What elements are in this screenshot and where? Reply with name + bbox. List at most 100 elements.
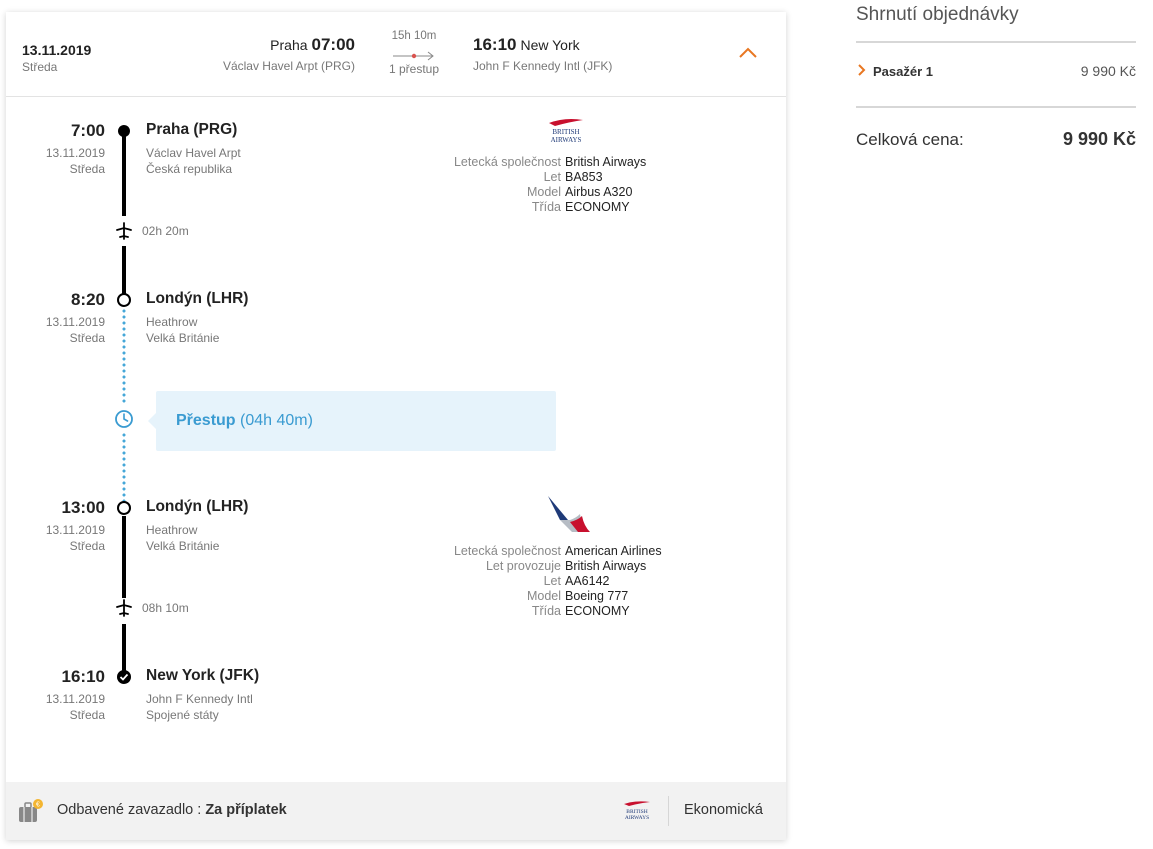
stop-day: Středa bbox=[69, 708, 105, 722]
detail-row: Let provozuje British Airways bbox=[386, 559, 786, 574]
detail-value: ECONOMY bbox=[565, 200, 630, 214]
stop-date: 13.11.2019 bbox=[45, 146, 105, 160]
detail-key: Model bbox=[526, 185, 561, 199]
baggage-value: Za příplatek bbox=[205, 802, 287, 818]
detail-value: AA6142 bbox=[565, 574, 610, 588]
stop-airport: Václav Havel Arpt bbox=[146, 146, 241, 160]
passenger-price: 9 990 Kč bbox=[1080, 63, 1136, 79]
baggage-icon: € bbox=[19, 799, 43, 822]
stop-country: Velká Británie bbox=[146, 539, 220, 553]
itinerary-footer: € Odbavené zavazadlo : Za příplatek BRIT… bbox=[6, 782, 786, 840]
transfer-text: Přestup (04h 40m) bbox=[176, 412, 313, 430]
detail-value: British Airways bbox=[565, 155, 647, 169]
cabin-class: Ekonomická bbox=[684, 802, 763, 818]
detail-key: Model bbox=[526, 589, 561, 603]
arrival-time: 16:10 bbox=[473, 35, 517, 54]
timeline-node bbox=[117, 670, 131, 684]
stop-country: Česká republika bbox=[146, 162, 233, 176]
baggage-info: Odbavené zavazadlo : Za příplatek bbox=[57, 802, 287, 818]
timeline-node bbox=[118, 125, 130, 137]
detail-key: Letecká společnost bbox=[453, 155, 561, 169]
chevron-up-icon[interactable] bbox=[736, 44, 760, 62]
american-airlines-logo bbox=[548, 496, 590, 532]
transfer-label: Přestup bbox=[176, 412, 236, 429]
timeline-segment bbox=[122, 132, 126, 216]
passenger-item[interactable]: Pasažér 1 bbox=[873, 64, 933, 79]
departure-city: Praha bbox=[270, 37, 308, 53]
plane-icon bbox=[114, 598, 134, 618]
checkmark-icon bbox=[119, 673, 129, 681]
itinerary-card: 13.11.2019 Středa Praha 07:00 Václav Have… bbox=[6, 12, 786, 840]
stop-day: Středa bbox=[69, 539, 105, 553]
footer-divider bbox=[668, 796, 669, 826]
stop-date: 13.11.2019 bbox=[45, 692, 105, 706]
baggage-label: Odbavené zavazadlo : bbox=[57, 802, 202, 818]
itinerary-header[interactable]: 13.11.2019 Středa Praha 07:00 Václav Have… bbox=[6, 12, 786, 97]
summary-title: Shrnutí objednávky bbox=[856, 4, 1019, 25]
stop-day: Středa bbox=[69, 162, 105, 176]
stop-date: 13.11.2019 bbox=[45, 523, 105, 537]
ba-small-logo-line2: AIRWAYS bbox=[625, 815, 649, 821]
arrival-airport: John F Kennedy Intl (JFK) bbox=[473, 59, 613, 73]
stop-country: Spojené státy bbox=[146, 708, 219, 722]
chevron-right-icon[interactable] bbox=[856, 63, 866, 77]
stop-name: Londýn (LHR) bbox=[146, 290, 249, 307]
detail-row: Let AA6142 bbox=[386, 574, 786, 589]
transfer-box: Přestup (04h 40m) bbox=[148, 391, 556, 451]
stop-date: 13.11.2019 bbox=[45, 315, 105, 329]
stop-time: 16:10 bbox=[61, 667, 105, 686]
departure-summary: Praha 07:00 bbox=[270, 35, 355, 55]
ba-logo-line2: AIRWAYS bbox=[551, 136, 582, 144]
flight-date: 13.11.2019 bbox=[22, 42, 92, 58]
total-duration: 15h 10m bbox=[391, 30, 437, 42]
transfer-dotted-line bbox=[122, 432, 126, 502]
stop-airport: John F Kennedy Intl bbox=[146, 692, 253, 706]
summary-divider bbox=[856, 41, 1136, 43]
stop-airport: Heathrow bbox=[146, 315, 198, 329]
leg-duration: 02h 20m bbox=[142, 224, 189, 238]
detail-row: Model Boeing 777 bbox=[386, 589, 786, 604]
stop-time: 8:20 bbox=[70, 290, 105, 309]
detail-key: Třída bbox=[531, 200, 561, 214]
detail-key: Let bbox=[543, 574, 561, 588]
svg-text:€: € bbox=[36, 802, 40, 809]
detail-row: Letecká společnost American Airlines bbox=[386, 544, 786, 559]
stop-time: 13:00 bbox=[61, 498, 105, 517]
stop-airport: Heathrow bbox=[146, 523, 198, 537]
detail-row: Model Airbus A320 bbox=[386, 185, 786, 200]
flight2-details: Letecká společnost American Airlines Let … bbox=[386, 544, 786, 619]
detail-value: ECONOMY bbox=[565, 604, 630, 618]
detail-row: Letecká společnost British Airways bbox=[386, 155, 786, 170]
arrival-city: New York bbox=[520, 37, 580, 53]
detail-value: British Airways bbox=[565, 559, 647, 573]
summary-divider bbox=[856, 106, 1136, 108]
stops-count: 1 přestup bbox=[388, 62, 440, 76]
arrival-summary: 16:10 New York bbox=[473, 35, 580, 55]
stop-name: Londýn (LHR) bbox=[146, 498, 249, 515]
british-airways-logo: BRITISH AIRWAYS bbox=[549, 119, 583, 144]
detail-row: Třída ECONOMY bbox=[386, 604, 786, 619]
total-label: Celková cena: bbox=[856, 130, 964, 149]
departure-airport: Václav Havel Arpt (PRG) bbox=[222, 59, 355, 73]
stop-name: New York (JFK) bbox=[146, 667, 260, 684]
ba-logo-line1: BRITISH bbox=[552, 128, 579, 136]
detail-row: Třída ECONOMY bbox=[386, 200, 786, 215]
timeline-node bbox=[117, 501, 131, 515]
clock-icon bbox=[114, 409, 134, 429]
transfer-dotted-line bbox=[122, 308, 126, 404]
total-price: 9 990 Kč bbox=[1062, 129, 1136, 149]
leg-duration: 08h 10m bbox=[142, 601, 189, 615]
stop-time: 7:00 bbox=[70, 121, 105, 140]
detail-row: Let BA853 bbox=[386, 170, 786, 185]
detail-value: Boeing 777 bbox=[565, 589, 629, 603]
detail-key: Letecká společnost bbox=[453, 544, 561, 558]
stop-day: Středa bbox=[69, 331, 105, 345]
arrow-right-icon bbox=[393, 51, 434, 61]
detail-key: Třída bbox=[531, 604, 561, 618]
plane-icon bbox=[114, 221, 134, 241]
british-airways-small-logo: BRITISH AIRWAYS bbox=[624, 801, 650, 821]
detail-key: Let provozuje bbox=[485, 559, 561, 573]
flight1-details: Letecká společnost British Airways Let BA8… bbox=[386, 155, 786, 215]
stop-country: Velká Británie bbox=[146, 331, 220, 345]
timeline-segment bbox=[122, 246, 126, 298]
